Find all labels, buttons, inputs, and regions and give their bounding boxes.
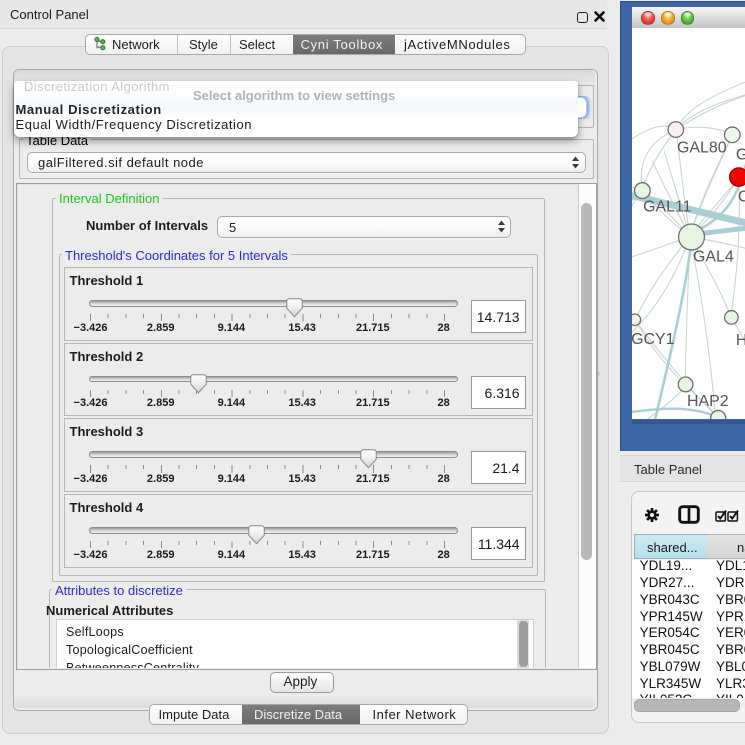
svg-text:GA: GA [735,147,745,164]
svg-text:HAP2: HAP2 [687,393,729,410]
svg-text:GAL4: GAL4 [693,248,734,265]
svg-text:GAL80: GAL80 [677,140,727,157]
svg-text:C: C [737,188,745,205]
svg-text:GCY1: GCY1 [632,331,675,348]
svg-text:GAL11: GAL11 [643,198,692,215]
svg-text:H: H [735,332,745,349]
